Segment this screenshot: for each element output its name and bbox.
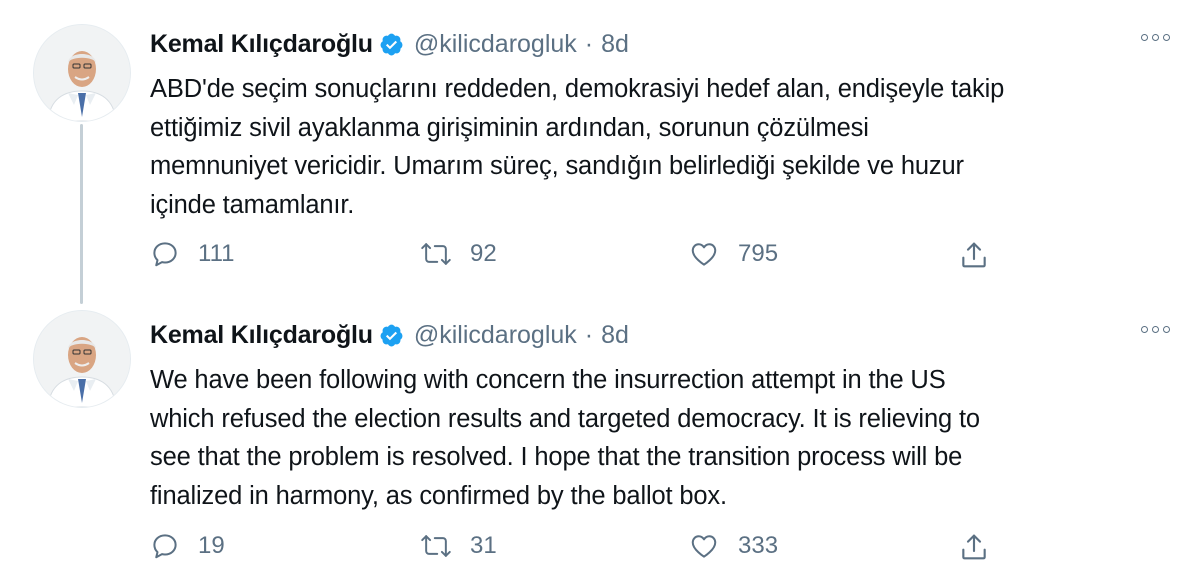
reply-count: 19 (198, 532, 225, 559)
like-icon (688, 531, 720, 561)
author-handle[interactable]: @kilicdarogluk (414, 30, 577, 59)
author-name[interactable]: Kemal Kılıçdaroğlu (150, 321, 373, 350)
tweet-text-line: which refused the election results and t… (150, 404, 980, 433)
tweet-header: Kemal Kılıçdaroğlu @kilicdarogluk · 8d (150, 317, 629, 353)
tweet-text-line: see that the problem is resolved. I hope… (150, 443, 963, 471)
like-button[interactable]: 333 (688, 531, 778, 561)
separator-dot: · (584, 29, 594, 58)
share-icon (958, 531, 990, 563)
retweet-count: 31 (470, 532, 497, 559)
verified-badge-icon (379, 32, 404, 57)
verified-badge-icon (379, 323, 404, 348)
tweet-header: Kemal Kılıçdaroğlu @kilicdarogluk · 8d (150, 26, 629, 62)
tweet-text: We have been following with concern the … (150, 361, 1160, 515)
separator-dot: · (584, 320, 594, 349)
author-name[interactable]: Kemal Kılıçdaroğlu (150, 30, 373, 59)
reply-button[interactable]: 19 (150, 531, 225, 561)
tweet-text-line: içinde tamamlanır. (150, 190, 355, 219)
retweet-button[interactable]: 31 (420, 531, 497, 561)
timestamp[interactable]: 8d (601, 30, 629, 59)
tweet[interactable]: Kemal Kılıçdaroğlu @kilicdarogluk · 8d W… (0, 300, 1200, 588)
tweet-text: ABD'de seçim sonuçlarını reddeden, demok… (150, 70, 1160, 224)
share-button[interactable] (958, 531, 990, 563)
like-count: 333 (738, 532, 779, 559)
retweet-count: 92 (470, 240, 497, 267)
reply-count: 111 (198, 240, 235, 267)
like-count: 795 (738, 240, 779, 267)
reply-icon (150, 531, 180, 561)
author-handle[interactable]: @kilicdarogluk (414, 321, 577, 350)
share-button[interactable] (958, 239, 990, 271)
tweet-actions: 19 31 333 (0, 531, 1200, 571)
share-icon (958, 239, 990, 271)
reply-button[interactable]: 111 (150, 239, 234, 269)
like-icon (688, 239, 720, 269)
retweet-icon (420, 239, 452, 269)
more-icon[interactable] (1141, 326, 1170, 333)
tweet-actions: 111 92 795 (0, 239, 1200, 279)
tweet-text-line: memnuniyet vericidir. Umarım süreç, sand… (150, 152, 964, 180)
avatar[interactable] (33, 310, 131, 408)
reply-icon (150, 239, 180, 269)
tweet-text-line: We have been following with concern the … (150, 366, 946, 394)
more-icon[interactable] (1141, 34, 1170, 41)
retweet-icon (420, 531, 452, 561)
tweet-text-line: ABD'de seçim sonuçlarını reddeden, demok… (150, 75, 1005, 103)
timestamp[interactable]: 8d (601, 321, 629, 350)
tweet-text-line: ettiğimiz sivil ayaklanma girişiminin ar… (150, 113, 869, 142)
avatar[interactable] (33, 24, 131, 122)
tweet-text-line: finalized in harmony, as confirmed by th… (150, 481, 727, 510)
tweet[interactable]: Kemal Kılıçdaroğlu @kilicdarogluk · 8d A… (0, 0, 1200, 300)
like-button[interactable]: 795 (688, 239, 778, 269)
retweet-button[interactable]: 92 (420, 239, 497, 269)
